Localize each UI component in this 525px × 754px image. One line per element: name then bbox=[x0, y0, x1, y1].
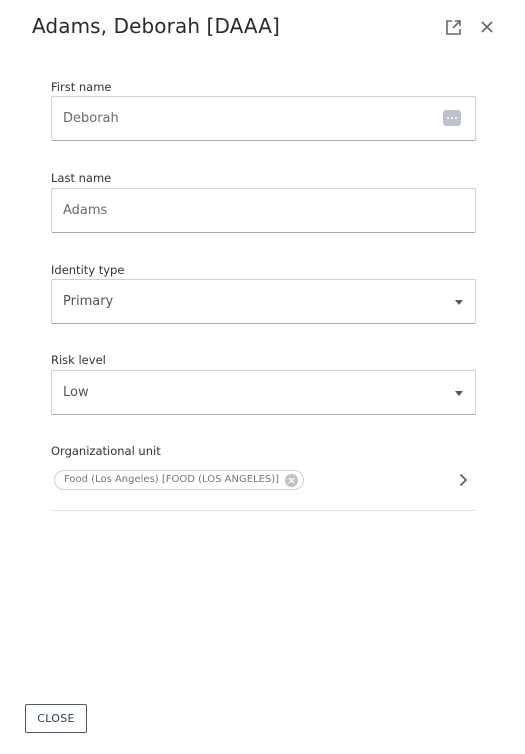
caret-down-icon bbox=[455, 300, 463, 305]
identity-type-value: Primary bbox=[63, 294, 114, 309]
identity-type-select[interactable]: Primary bbox=[51, 279, 476, 324]
org-unit-label: Organizational unit bbox=[51, 444, 161, 458]
risk-level-value: Low bbox=[63, 385, 89, 400]
org-unit-chip-label: Food (Los Angeles) [FOOD (LOS ANGELES)] bbox=[64, 474, 280, 485]
open-in-new-icon[interactable] bbox=[443, 17, 463, 37]
last-name-value: Adams bbox=[63, 203, 108, 218]
first-name-label: First name bbox=[51, 80, 112, 94]
remove-chip-icon[interactable] bbox=[285, 474, 299, 487]
chevron-right-icon[interactable] bbox=[456, 472, 470, 488]
first-name-field[interactable]: Deborah bbox=[51, 96, 476, 141]
last-name-field[interactable]: Adams bbox=[51, 188, 476, 233]
org-unit-field[interactable]: Food (Los Angeles) [FOOD (LOS ANGELES)] bbox=[51, 466, 476, 511]
close-icon[interactable] bbox=[477, 17, 497, 37]
risk-level-select[interactable]: Low bbox=[51, 370, 476, 415]
identity-type-label: Identity type bbox=[51, 263, 125, 277]
first-name-value: Deborah bbox=[63, 111, 119, 126]
last-name-label: Last name bbox=[51, 171, 112, 185]
org-unit-chip[interactable]: Food (Los Angeles) [FOOD (LOS ANGELES)] bbox=[54, 470, 305, 490]
page-title: Adams, Deborah [DAAA] bbox=[32, 14, 280, 38]
caret-down-icon bbox=[455, 391, 463, 396]
close-button[interactable]: CLOSE bbox=[25, 704, 87, 733]
more-dots-icon[interactable] bbox=[443, 110, 461, 126]
risk-level-label: Risk level bbox=[51, 353, 106, 367]
dialog-header: Adams, Deborah [DAAA] bbox=[0, 0, 525, 56]
